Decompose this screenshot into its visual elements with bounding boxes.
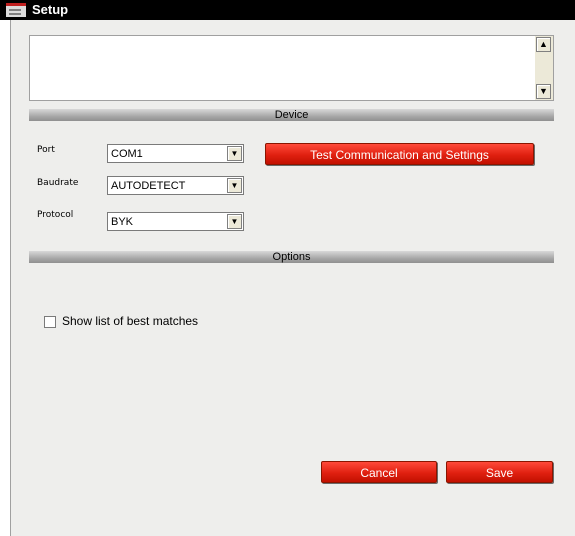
scroll-up-icon[interactable]: ▲ <box>536 37 551 52</box>
protocol-select[interactable]: BYK ▼ <box>107 212 244 231</box>
title-bar: Setup <box>0 0 575 20</box>
setup-window: ▲ ▼ Device Port COM1 ▼ Baudrate AUTODETE… <box>10 20 575 536</box>
test-communication-button[interactable]: Test Communication and Settings <box>265 143 534 165</box>
window-title: Setup <box>32 2 69 17</box>
port-value: COM1 <box>111 148 143 160</box>
protocol-value: BYK <box>111 216 134 228</box>
baudrate-select[interactable]: AUTODETECT ▼ <box>107 176 244 195</box>
port-label: Port <box>37 145 55 155</box>
protocol-label: Protocol <box>37 210 74 220</box>
show-best-matches-label[interactable]: Show list of best matches <box>62 314 198 328</box>
chevron-down-icon[interactable]: ▼ <box>227 178 242 193</box>
show-best-matches-checkbox[interactable] <box>44 316 56 328</box>
port-select[interactable]: COM1 ▼ <box>107 144 244 163</box>
device-section-header: Device <box>29 109 554 121</box>
baudrate-value: AUTODETECT <box>111 180 186 192</box>
scroll-down-icon[interactable]: ▼ <box>536 84 551 99</box>
chevron-down-icon[interactable]: ▼ <box>227 146 242 161</box>
options-section-header: Options <box>29 251 554 263</box>
app-logo-icon <box>6 3 26 17</box>
baudrate-label: Baudrate <box>37 178 79 188</box>
cancel-button[interactable]: Cancel <box>321 461 437 483</box>
chevron-down-icon[interactable]: ▼ <box>227 214 242 229</box>
save-button[interactable]: Save <box>446 461 553 483</box>
vertical-scrollbar[interactable]: ▲ ▼ <box>535 36 553 100</box>
log-textarea[interactable]: ▲ ▼ <box>29 35 554 101</box>
